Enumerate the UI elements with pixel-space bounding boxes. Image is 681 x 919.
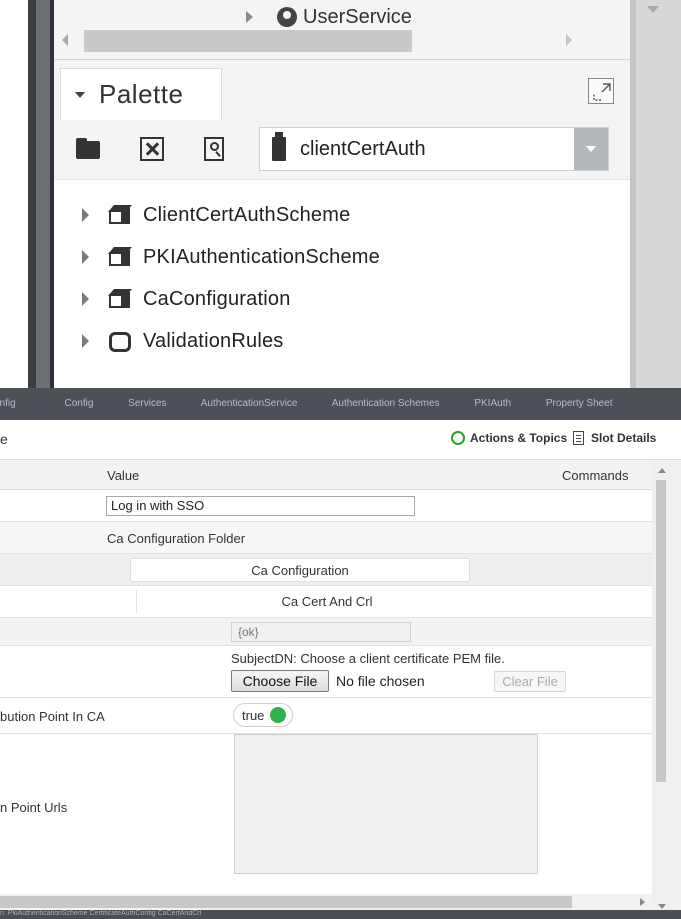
cube-icon [108, 204, 132, 226]
side-bar-frame [0, 0, 54, 388]
cube-icon [108, 288, 132, 310]
no-file-chosen-label: No file chosen [336, 673, 425, 689]
toggle-on-indicator [270, 707, 287, 723]
maximize-button[interactable] [588, 78, 614, 104]
maximize-icon [593, 83, 611, 101]
table-row: Log in with SSO [0, 490, 652, 522]
right-panel-divider [630, 0, 636, 388]
tree-item-label: UserService [303, 5, 412, 28]
palette-item-clientcertauthscheme[interactable]: ClientCertAuthScheme [82, 200, 350, 230]
expand-arrow-icon[interactable] [82, 334, 89, 348]
palette-item-label: ClientCertAuthScheme [143, 203, 351, 226]
palette-title: Palette [99, 79, 184, 109]
slot-details-label: Slot Details [591, 431, 657, 445]
palette-tab[interactable]: Palette [60, 68, 222, 120]
breadcrumb-item[interactable]: AuthenticationService [201, 398, 298, 409]
collapse-caret-icon[interactable] [75, 91, 85, 98]
login-button-text-field[interactable]: Log in with SSO [106, 496, 415, 516]
scrollbar-thumb[interactable] [84, 30, 412, 52]
crl-dp-in-ca-toggle[interactable]: true [233, 703, 293, 727]
palette-item-label: CaConfiguration [143, 287, 291, 310]
tree-item-userservice[interactable]: UserService [246, 4, 412, 30]
scroll-down-icon[interactable] [658, 904, 666, 909]
palette-item-label: PKIAuthenticationScheme [143, 245, 380, 268]
breadcrumb-item[interactable]: Property Sheet [546, 398, 613, 409]
breadcrumb-item[interactable]: PKIAuth [474, 398, 511, 409]
table-row: bution Point In CA true [0, 698, 652, 734]
clear-file-button[interactable]: Clear File [494, 671, 566, 692]
table-row: n Point Urls [0, 734, 652, 894]
breadcrumb-item[interactable]: Authentication Schemes [332, 398, 440, 409]
right-panel-edge [630, 0, 681, 388]
close-palette-icon[interactable] [140, 137, 164, 161]
table-row: {ok} [0, 618, 652, 646]
palette-body: clientCertAuth ClientCertAuthScheme PKIA… [54, 120, 630, 388]
table-row: Ca Cert And Crl [0, 586, 652, 618]
palette-item-caconfiguration[interactable]: CaConfiguration [82, 284, 291, 314]
module-select-value: clientCertAuth [300, 137, 426, 160]
scrollbar-thumb[interactable] [656, 480, 666, 782]
breadcrumb-item[interactable]: Config [64, 398, 93, 409]
status-field: {ok} [231, 622, 411, 642]
crl-dp-urls-label: n Point Urls [0, 800, 68, 815]
status-path: n: PkiAuthenticationScheme CertificateAu… [0, 910, 202, 917]
toggle-value: true [242, 707, 265, 723]
ca-cert-and-crl-label: Ca Cert And Crl [281, 594, 373, 609]
expand-arrow-icon[interactable] [246, 11, 253, 23]
module-select[interactable]: clientCertAuth [259, 127, 609, 171]
table-header: Value Commands [0, 460, 652, 490]
scroll-right-icon[interactable] [566, 34, 572, 46]
table-row: Ca Configuration [0, 554, 652, 586]
scroll-right-icon[interactable] [640, 898, 645, 906]
scrollbar-thumb[interactable] [0, 896, 572, 908]
open-folder-icon[interactable] [76, 135, 104, 163]
slot-details-button[interactable]: Slot Details [573, 431, 656, 445]
actions-topics-button[interactable]: Actions & Topics [451, 431, 567, 445]
palette-header: Palette [54, 60, 630, 120]
nav-tree-hscrollbar[interactable] [54, 28, 630, 52]
breadcrumb-item[interactable]: onfig [0, 398, 16, 409]
scroll-left-icon[interactable] [62, 34, 68, 46]
document-icon [573, 431, 584, 445]
breadcrumb: onfig Config Services AuthenticationServ… [0, 388, 681, 424]
column-header-commands[interactable]: Commands [562, 468, 628, 483]
actions-circle-icon [451, 431, 465, 445]
subject-dn-note: SubjectDN: Choose a client certificate P… [231, 651, 505, 666]
scroll-up-icon[interactable] [658, 468, 666, 473]
scroll-down-icon[interactable] [647, 6, 659, 13]
sheet-hscrollbar[interactable] [0, 894, 652, 910]
expand-arrow-icon[interactable] [82, 292, 89, 306]
choose-file-button[interactable]: Choose File [231, 670, 329, 692]
jar-icon [272, 132, 286, 161]
property-sheet: e Actions & Topics Slot Details Value Co… [0, 420, 681, 910]
frame-splitter[interactable] [36, 0, 50, 388]
breadcrumb-item[interactable]: Services [128, 398, 166, 409]
ca-configuration-header[interactable]: Ca Configuration [130, 558, 470, 582]
palette-item-validationrules[interactable]: ValidationRules [82, 326, 284, 356]
cube-icon [108, 246, 132, 268]
expand-arrow-icon[interactable] [82, 208, 89, 222]
crl-dp-in-ca-label: bution Point In CA [0, 709, 105, 724]
table-row: Ca Configuration Folder [0, 522, 652, 554]
ca-folder-value: Ca Configuration Folder [107, 531, 246, 546]
folder-icon [109, 332, 131, 352]
sheet-title: e [0, 431, 8, 447]
palette-item-label: ValidationRules [143, 329, 284, 352]
dropdown-arrow-icon[interactable] [574, 128, 608, 170]
frame-border [28, 0, 36, 388]
ca-cert-and-crl-header[interactable]: Ca Cert And Crl [136, 590, 652, 614]
table-row: SubjectDN: Choose a client certificate P… [0, 646, 652, 698]
palette-toolbar: clientCertAuth [54, 120, 630, 180]
crl-dp-urls-textarea[interactable] [234, 734, 538, 874]
palette-item-pkiauthenticationscheme[interactable]: PKIAuthenticationScheme [82, 242, 380, 272]
status-bar: n: PkiAuthenticationScheme CertificateAu… [0, 910, 681, 919]
column-header-value[interactable]: Value [107, 468, 139, 483]
sheet-header: e Actions & Topics Slot Details [0, 420, 681, 460]
ca-configuration-label: Ca Configuration [251, 563, 349, 578]
find-icon[interactable] [204, 137, 224, 161]
sheet-vscrollbar[interactable] [652, 460, 681, 910]
user-service-icon [277, 7, 297, 27]
actions-topics-label: Actions & Topics [470, 431, 568, 445]
expand-arrow-icon[interactable] [82, 250, 89, 264]
